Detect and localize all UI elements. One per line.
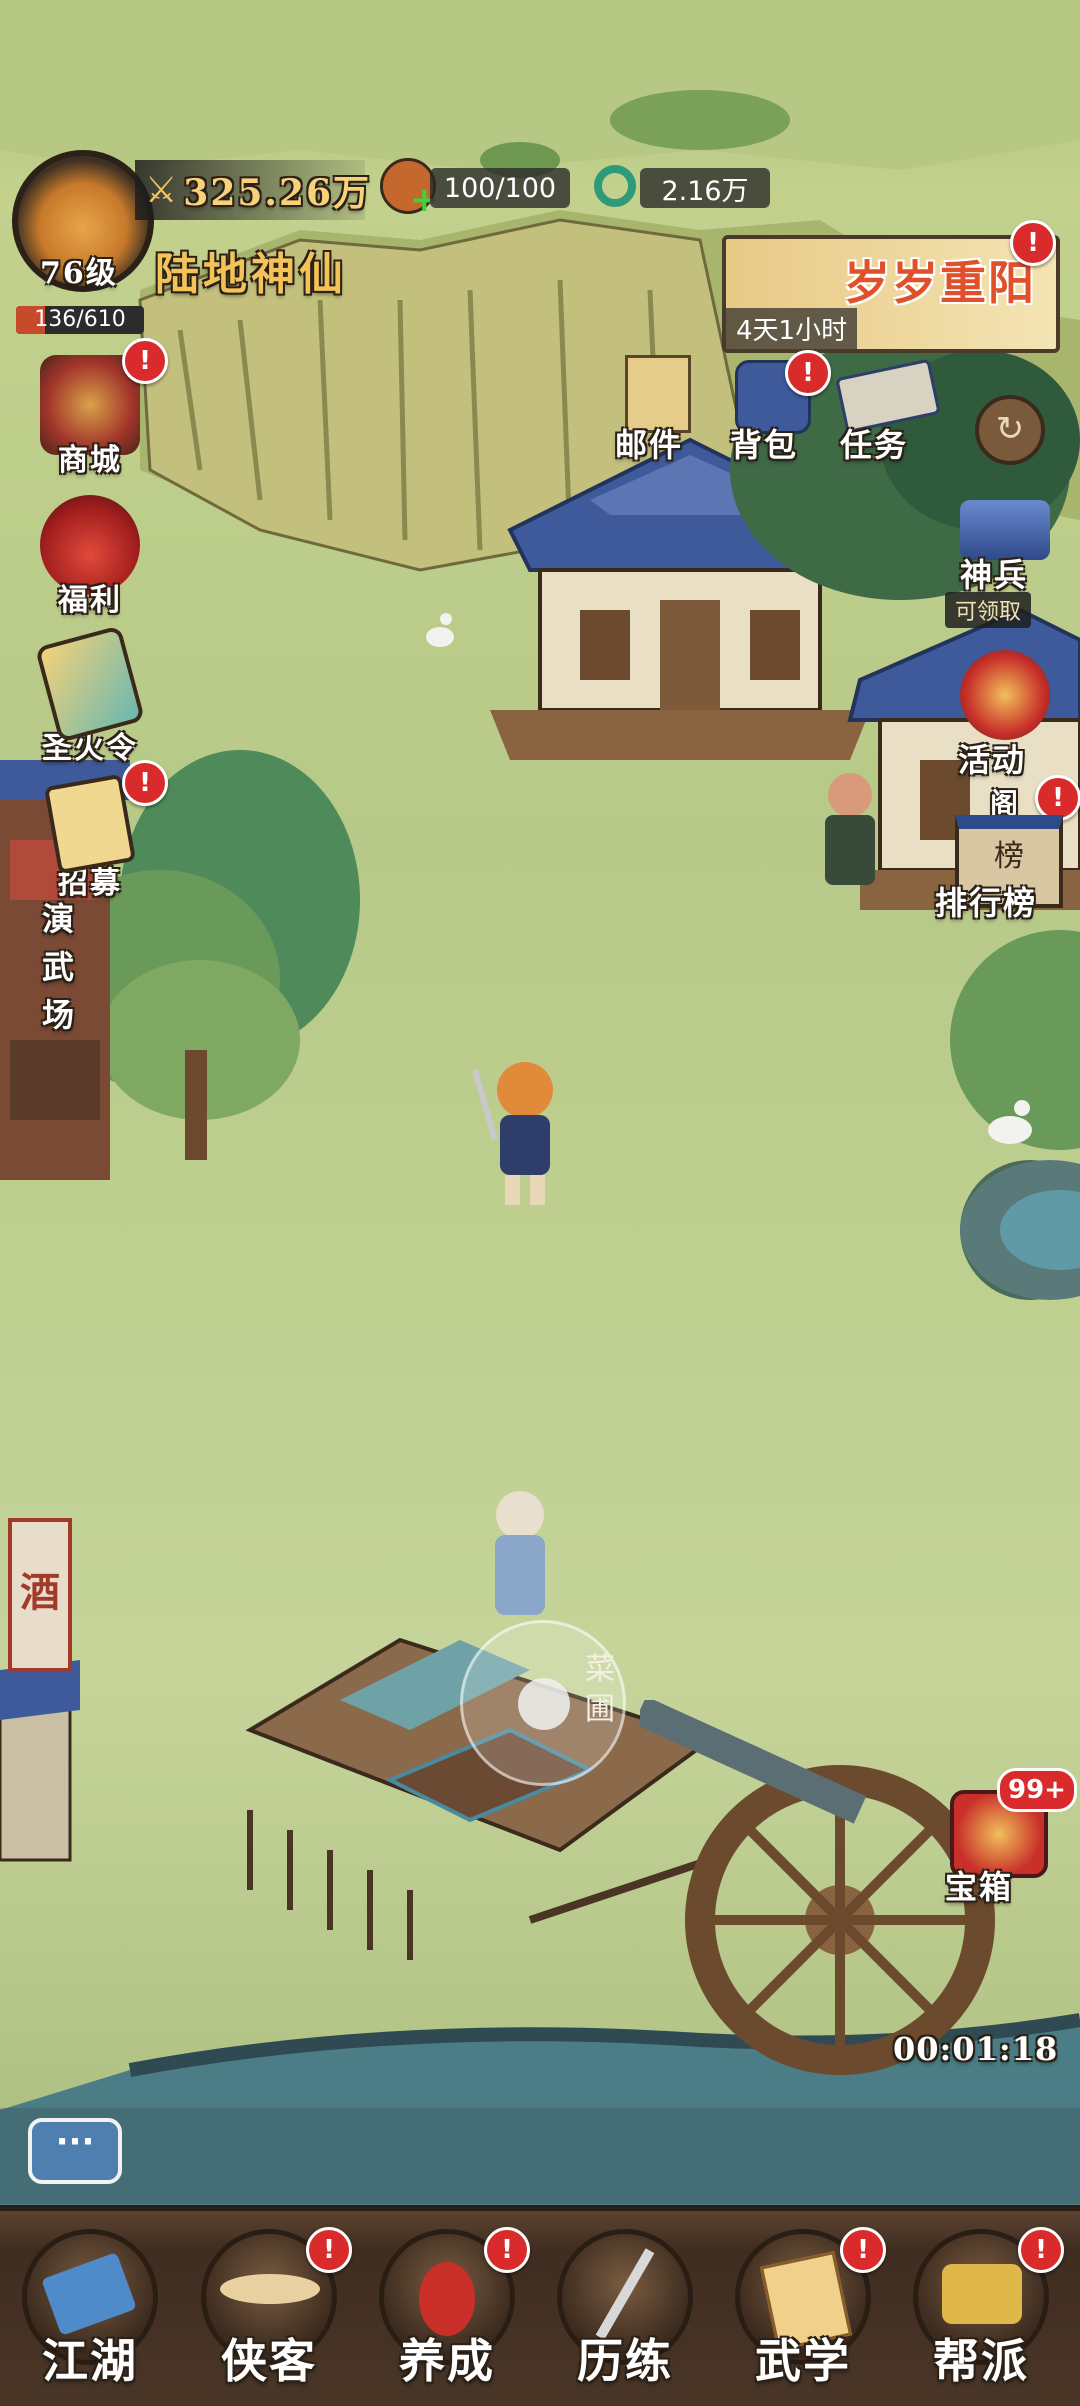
power-display: ⚔ 325.26万 bbox=[135, 160, 369, 220]
official-npc[interactable] bbox=[810, 760, 890, 890]
jade-coin-icon[interactable] bbox=[594, 165, 636, 207]
bottom-navigation: 江湖 侠客 ! 养成 ! 历练 武学 ! 帮派 ! bbox=[0, 2205, 1080, 2406]
treasure-label[interactable]: 宝箱 bbox=[945, 1862, 1013, 1908]
tab-wuxue-alert-badge: ! bbox=[840, 2227, 886, 2273]
tab-jianghu[interactable]: 江湖 bbox=[5, 2221, 175, 2401]
mail-label[interactable]: 邮件 bbox=[615, 420, 683, 466]
tab-lilian[interactable]: 历练 bbox=[540, 2221, 710, 2401]
ranking-label[interactable]: 排行榜 bbox=[935, 878, 1037, 924]
event-banner[interactable]: 岁岁重阳 4天1小时 bbox=[722, 235, 1060, 353]
elder-npc[interactable] bbox=[480, 1480, 560, 1620]
garden-label: 菜圃 bbox=[585, 1652, 615, 1727]
title-banner: 陆地神仙 bbox=[155, 249, 347, 300]
treasure-count-badge: 99+ bbox=[997, 1768, 1077, 1812]
tab-xiake-alert-badge: ! bbox=[306, 2227, 352, 2273]
goose bbox=[426, 613, 454, 647]
tab-yangcheng[interactable]: 养成 ! bbox=[362, 2221, 532, 2401]
backpack-alert-badge: ! bbox=[785, 350, 831, 396]
tab-bangpai-alert-badge: ! bbox=[1018, 2227, 1064, 2273]
task-label[interactable]: 任务 bbox=[840, 420, 908, 466]
backpack-label[interactable]: 背包 bbox=[730, 420, 798, 466]
crossed-swords-icon: ⚔ bbox=[145, 169, 178, 211]
welfare-label: 福利 bbox=[58, 583, 122, 618]
tab-bangpai-label: 帮派 bbox=[933, 2334, 1029, 2388]
activity-icon bbox=[960, 650, 1050, 740]
chat-bubble-icon[interactable]: ··· bbox=[28, 2118, 122, 2184]
exp-text: 136/610 bbox=[34, 307, 126, 332]
power-value: 325.26万 bbox=[183, 172, 372, 214]
tab-xiake-label: 侠客 bbox=[221, 2334, 317, 2388]
event-timer: 4天1小时 bbox=[726, 308, 858, 349]
shop-alert-badge: ! bbox=[122, 338, 168, 384]
tab-jianghu-label: 江湖 bbox=[42, 2334, 138, 2388]
tab-yangcheng-label: 养成 bbox=[399, 2334, 495, 2388]
tab-xiake[interactable]: 侠客 ! bbox=[184, 2221, 354, 2401]
tab-yangcheng-alert-badge: ! bbox=[484, 2227, 530, 2273]
goose bbox=[988, 1100, 1032, 1144]
tab-bangpai[interactable]: 帮派 ! bbox=[896, 2221, 1066, 2401]
pond-right bbox=[960, 1160, 1080, 1300]
shop-label: 商城 bbox=[58, 443, 122, 478]
claimable-badge: 可领取 bbox=[945, 592, 1032, 628]
tab-wuxue-label: 武学 bbox=[755, 2334, 851, 2388]
treasure-timer: 00:01:18 bbox=[893, 2030, 1059, 2068]
round-swap-button[interactable]: ↻ bbox=[975, 395, 1045, 465]
tab-wuxue[interactable]: 武学 ! bbox=[718, 2221, 888, 2401]
divine-weapon-label[interactable]: 神兵 bbox=[960, 550, 1028, 596]
player-level: 76级 bbox=[40, 256, 118, 291]
wine-flag-label: 酒 bbox=[20, 1569, 62, 1616]
ranking-sign: 榜 bbox=[994, 839, 1024, 874]
arena-label[interactable]: 演武场 bbox=[42, 895, 82, 1039]
coin-value: 2.16万 bbox=[640, 168, 770, 208]
event-title: 岁岁重阳 bbox=[844, 256, 1036, 310]
recruit-alert-badge: ! bbox=[122, 760, 168, 806]
welfare-button[interactable]: 福利 bbox=[25, 495, 155, 619]
chat-strip bbox=[0, 2108, 1080, 2204]
exp-bar: 136/610 bbox=[16, 306, 144, 334]
player-character[interactable] bbox=[460, 1050, 590, 1210]
event-alert-badge: ! bbox=[1010, 220, 1056, 266]
tab-lilian-label: 历练 bbox=[577, 2334, 673, 2388]
joystick-knob[interactable] bbox=[518, 1678, 570, 1730]
holy-fire-token-button[interactable]: 圣火令 bbox=[25, 625, 155, 767]
activity-label[interactable]: 活动 bbox=[958, 735, 1026, 781]
stamina-value: 100/100 bbox=[430, 168, 570, 208]
